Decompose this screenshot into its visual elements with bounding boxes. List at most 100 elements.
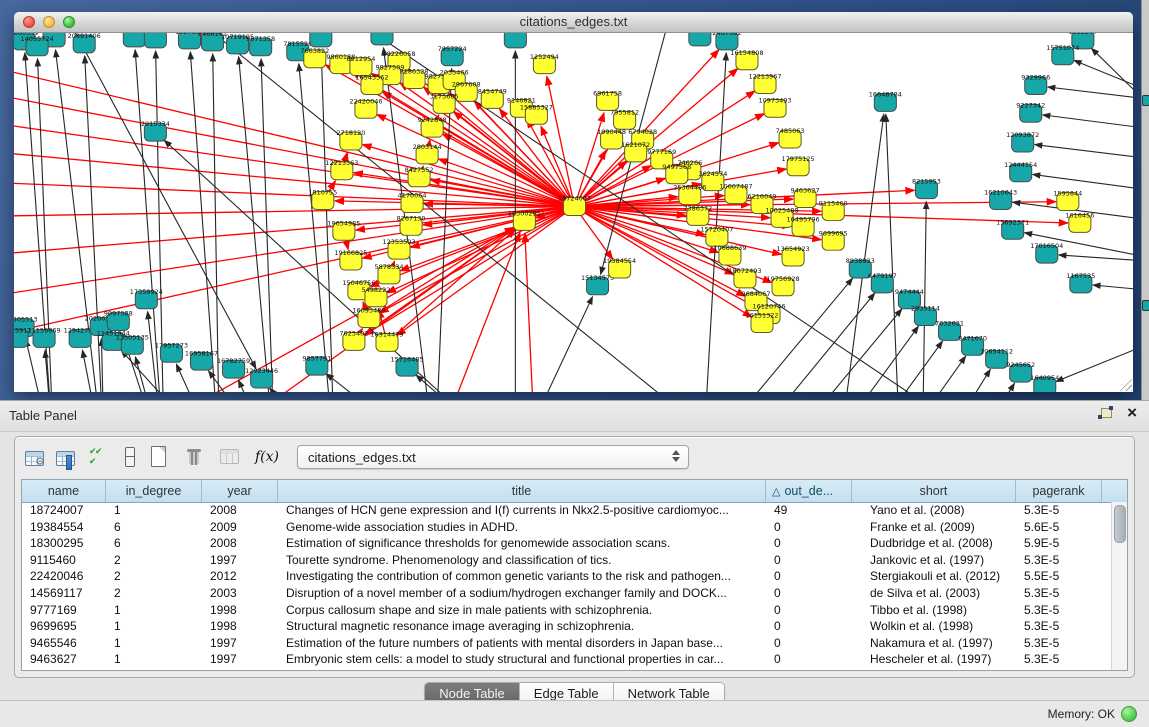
graph-node[interactable]: 7485063 xyxy=(776,127,805,148)
graph-edge[interactable] xyxy=(1056,332,1133,381)
table-row[interactable]: 977716911998Corpus callosum shape and si… xyxy=(22,602,1112,619)
graph-node[interactable]: 1595844 xyxy=(1053,190,1082,211)
graph-node[interactable]: 1621072 xyxy=(621,141,650,162)
graph-node[interactable]: 9857791 xyxy=(302,354,331,375)
graph-edge[interactable] xyxy=(362,144,574,206)
graph-edge[interactable] xyxy=(1048,87,1133,102)
column-header-name[interactable]: name xyxy=(22,480,106,502)
graph-edge[interactable] xyxy=(1033,174,1133,193)
graph-node[interactable]: 6479197 xyxy=(868,272,897,293)
graph-node[interactable]: 6961758 xyxy=(593,90,622,111)
graph-node[interactable]: 16210643 xyxy=(984,189,1017,210)
graph-edge[interactable] xyxy=(914,369,990,392)
graph-node[interactable]: 17975125 xyxy=(782,155,815,176)
graph-node[interactable]: 9329966 xyxy=(1021,74,1050,95)
graph-edge[interactable] xyxy=(886,114,901,392)
row-checks-icon[interactable] xyxy=(87,446,111,468)
graph-edge[interactable] xyxy=(213,54,220,392)
graph-node[interactable]: 13654923 xyxy=(777,245,810,266)
graph-node[interactable]: 7955812 xyxy=(610,108,639,129)
column-header-outde[interactable]: △out_de... xyxy=(766,480,852,502)
graph-node[interactable]: 8267130 xyxy=(397,214,426,235)
graph-node[interactable]: 16154808 xyxy=(730,49,763,70)
graph-node[interactable]: 8454749 xyxy=(478,88,507,109)
graph-node[interactable]: 1640954 xyxy=(1030,374,1059,392)
graph-node[interactable]: 7386372 xyxy=(683,205,712,226)
graph-node[interactable]: 17957273 xyxy=(155,341,188,362)
graph-node[interactable]: 19756928 xyxy=(767,275,800,296)
graph-edge[interactable] xyxy=(1093,285,1133,293)
graph-node[interactable]: 15751074 xyxy=(1046,44,1079,65)
graph-node[interactable]: 12093872 xyxy=(1006,131,1039,152)
graph-node[interactable]: 2803144 xyxy=(413,143,442,164)
table-row[interactable]: 1456911722003Disruption of a novel membe… xyxy=(22,585,1112,602)
graph-node[interactable]: 4170064 xyxy=(398,192,427,213)
table-row[interactable]: 2242004622012Investigating the contribut… xyxy=(22,568,1112,585)
graph-node[interactable]: 17016504 xyxy=(1030,242,1063,263)
graph-node[interactable]: 9497568 xyxy=(662,163,691,184)
graph-node[interactable]: 2487682 xyxy=(712,33,741,50)
table-row[interactable]: 1830029562008Estimation of significance … xyxy=(22,535,1112,552)
graph-node[interactable]: 8215953 xyxy=(912,178,941,199)
graph-edge[interactable] xyxy=(1091,48,1133,132)
graph-node[interactable]: 9227342 xyxy=(1016,101,1045,122)
graph-node[interactable]: 1810755 xyxy=(308,189,337,210)
close-panel-icon[interactable]: × xyxy=(1127,406,1137,419)
graph-edge[interactable] xyxy=(14,63,575,207)
scrollbar-thumb[interactable] xyxy=(1114,505,1126,543)
graph-edge[interactable] xyxy=(811,326,918,392)
graph-node[interactable]: 15692371 xyxy=(996,218,1029,239)
graph-node[interactable]: 1616456 xyxy=(1065,211,1094,232)
column-header-year[interactable]: year xyxy=(202,480,278,502)
graph-edge[interactable] xyxy=(772,309,902,392)
graph-node[interactable]: 9671358 xyxy=(246,35,275,56)
graph-edge[interactable] xyxy=(326,374,435,392)
graph-node[interactable]: 2915334 xyxy=(141,120,170,141)
column-select-icon[interactable] xyxy=(56,451,75,466)
table-settings-icon[interactable] xyxy=(25,451,44,466)
rows-icon[interactable] xyxy=(123,446,135,468)
graph-edge[interactable] xyxy=(842,341,942,392)
graph-node[interactable]: 12213363 xyxy=(325,159,358,180)
graph-node[interactable]: 8427552 xyxy=(405,166,434,187)
graph-node[interactable]: 5878334 xyxy=(375,263,404,284)
graph-node[interactable]: 7625402 xyxy=(339,330,368,351)
graph-node[interactable]: 11156869 xyxy=(28,327,61,348)
column-header-indegree[interactable]: in_degree xyxy=(106,480,202,502)
graph-edge[interactable] xyxy=(261,59,275,392)
table-select-dropdown[interactable]: citations_edges.txt xyxy=(297,445,689,469)
graph-node[interactable]: 16093819 xyxy=(499,33,532,48)
graph-node[interactable]: 16914479 xyxy=(370,330,403,351)
new-document-icon[interactable] xyxy=(147,446,171,468)
graph-node[interactable]: 9463627 xyxy=(791,187,820,208)
table-row[interactable]: 969969511998Structural magnetic resonanc… xyxy=(22,618,1112,635)
graph-node[interactable]: 8813054 xyxy=(368,33,397,45)
graph-node[interactable]: 1167535 xyxy=(1066,272,1095,293)
graph-node[interactable]: 5498222 xyxy=(361,286,390,307)
network-canvas[interactable]: 2060559203707441405572420891406184371911… xyxy=(14,33,1133,392)
table-row[interactable]: 1938455462009Genome-wide association stu… xyxy=(22,519,1112,536)
graph-edge[interactable] xyxy=(270,388,335,392)
table-row[interactable]: 946554611997Estimation of the future num… xyxy=(22,635,1112,652)
graph-node[interactable]: 15134575 xyxy=(581,274,614,295)
graph-node[interactable]: 9242848 xyxy=(418,116,447,137)
graph-node[interactable]: 17359924 xyxy=(130,288,163,309)
network-window-titlebar[interactable]: citations_edges.txt xyxy=(14,12,1133,33)
table-row[interactable]: 911546021997Tourette syndrome. Phenomeno… xyxy=(22,552,1112,569)
graph-edge[interactable] xyxy=(1059,255,1133,263)
graph-edge[interactable] xyxy=(525,233,535,392)
graph-node[interactable]: 20891406 xyxy=(68,33,101,53)
graph-edge[interactable] xyxy=(515,297,592,392)
network-window[interactable]: citations_edges.txt 20605592037074414055… xyxy=(14,12,1133,392)
float-panel-icon[interactable] xyxy=(1098,406,1113,419)
table-row[interactable]: 1872400712008Changes of HCN gene express… xyxy=(22,502,1112,519)
table-row[interactable]: 946362711997Embryonic stem cells: a mode… xyxy=(22,651,1112,668)
graph-node[interactable]: 16648784 xyxy=(869,91,902,112)
graph-edge[interactable] xyxy=(1035,145,1133,162)
graph-node[interactable]: 9115460 xyxy=(819,200,848,221)
graph-node[interactable]: 12213967 xyxy=(748,73,781,94)
graph-node[interactable]: 1252494 xyxy=(530,53,559,74)
graph-node[interactable]: 7957224 xyxy=(438,45,467,66)
fx-icon[interactable]: f(x) xyxy=(255,446,279,468)
graph-node[interactable]: 18072493 xyxy=(728,267,761,288)
